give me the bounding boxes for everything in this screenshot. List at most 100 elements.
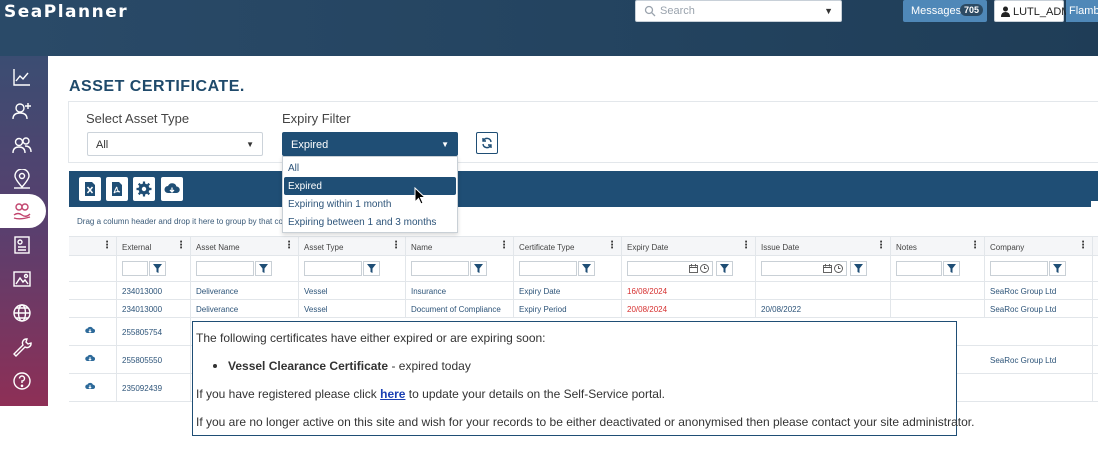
filter-input-certificate-type[interactable] bbox=[519, 261, 577, 276]
clock-icon[interactable] bbox=[700, 264, 709, 273]
app-logo[interactable]: SeaPlanner bbox=[4, 2, 128, 22]
cloud-download-icon[interactable] bbox=[85, 325, 95, 335]
notification-intro: The following certificates have either e… bbox=[196, 331, 546, 345]
cell-asset-name: Deliverance bbox=[196, 305, 239, 314]
export-excel-button[interactable] bbox=[79, 177, 101, 201]
grid-settings-button[interactable] bbox=[133, 177, 155, 201]
sidebar-item-tools[interactable] bbox=[0, 330, 48, 364]
column-menu-icon[interactable]: ⋮ bbox=[499, 241, 509, 251]
filter-button-name[interactable] bbox=[470, 261, 487, 276]
filter-button-certificate-type[interactable] bbox=[578, 261, 595, 276]
grid-header-row: ⋮ External ⋮ Asset Name ⋮ Asset Type ⋮ Name… bbox=[69, 236, 1098, 257]
sidebar-item-help[interactable] bbox=[0, 364, 48, 398]
toolbar-corner bbox=[1091, 201, 1098, 207]
filter-input-asset-type[interactable] bbox=[304, 261, 362, 276]
cloud-download-icon[interactable] bbox=[85, 381, 95, 391]
expiry-filter-value: Expired bbox=[291, 139, 329, 151]
filter-button-notes[interactable] bbox=[943, 261, 960, 276]
column-menu-icon[interactable]: ⋮ bbox=[284, 241, 294, 251]
filter-icon bbox=[720, 264, 729, 273]
column-header-external[interactable]: External ⋮ bbox=[117, 237, 191, 257]
filter-cell-name bbox=[406, 256, 514, 282]
wrench-icon bbox=[13, 338, 32, 357]
sidebar-item-certificates[interactable] bbox=[0, 194, 46, 228]
filter-input-asset-name[interactable] bbox=[196, 261, 254, 276]
column-menu-icon[interactable]: ⋮ bbox=[102, 241, 112, 251]
filter-button-asset-name[interactable] bbox=[255, 261, 272, 276]
column-menu-icon[interactable]: ⋮ bbox=[876, 241, 886, 251]
column-header-issue-date[interactable]: Issue Date ⋮ bbox=[756, 237, 891, 257]
user-menu-button[interactable]: LUTL_ADM bbox=[994, 0, 1070, 22]
sidebar-item-global[interactable] bbox=[0, 296, 48, 330]
filter-button-external[interactable] bbox=[149, 261, 166, 276]
grid-filter-row bbox=[69, 256, 1098, 282]
filter-input-company[interactable] bbox=[990, 261, 1048, 276]
refresh-button[interactable] bbox=[476, 132, 498, 154]
dropdown-option-all[interactable]: All bbox=[284, 159, 456, 177]
filter-icon bbox=[474, 264, 483, 273]
cloud-download-icon[interactable] bbox=[85, 353, 95, 363]
column-menu-icon[interactable]: ⋮ bbox=[741, 241, 751, 251]
column-menu-icon[interactable]: ⋮ bbox=[176, 241, 186, 251]
column-menu-icon[interactable]: ⋮ bbox=[1078, 241, 1088, 251]
column-menu-icon[interactable]: ⋮ bbox=[391, 241, 401, 251]
column-header-asset-type[interactable]: Asset Type ⋮ bbox=[299, 237, 406, 257]
export-pdf-button[interactable] bbox=[106, 177, 128, 201]
expiry-filter-select[interactable]: Expired ▼ bbox=[282, 132, 458, 156]
filter-button-company[interactable] bbox=[1049, 261, 1066, 276]
cell-asset-type: Vessel bbox=[304, 305, 328, 314]
clock-icon[interactable] bbox=[834, 264, 843, 273]
column-header-name[interactable]: Name ⋮ bbox=[406, 237, 514, 257]
filter-input-external[interactable] bbox=[122, 261, 148, 276]
dropdown-option-expiring-1-month[interactable]: Expiring within 1 month bbox=[284, 195, 456, 213]
column-menu-icon[interactable]: ⋮ bbox=[607, 241, 617, 251]
filter-input-name[interactable] bbox=[411, 261, 469, 276]
sidebar-item-locations[interactable] bbox=[0, 162, 48, 196]
sidebar-item-dashboard[interactable] bbox=[0, 60, 48, 94]
filter-icon bbox=[259, 264, 268, 273]
cell-asset-type: Vessel bbox=[304, 287, 328, 296]
messages-button[interactable]: Messages 705 bbox=[903, 0, 987, 22]
column-header-certificate-type[interactable]: Certificate Type ⋮ bbox=[514, 237, 622, 257]
sidebar-item-users[interactable] bbox=[0, 128, 48, 162]
cell-external: 255805550 bbox=[122, 356, 163, 365]
calendar-icon[interactable] bbox=[823, 264, 832, 273]
asset-type-select[interactable]: All ▼ bbox=[87, 132, 263, 156]
asset-type-value: All bbox=[96, 139, 109, 151]
table-row[interactable]: 234013000 Deliverance Vessel Document of… bbox=[69, 300, 1098, 318]
column-header-asset-name[interactable]: Asset Name ⋮ bbox=[191, 237, 299, 257]
table-row[interactable]: 234013000 Deliverance Vessel Insurance E… bbox=[69, 282, 1098, 300]
notification-item-status: - expired today bbox=[388, 359, 471, 373]
column-menu-icon[interactable]: ⋮ bbox=[970, 241, 980, 251]
filter-input-issue-date[interactable] bbox=[761, 261, 847, 276]
sidebar-item-id-cards[interactable] bbox=[0, 228, 48, 262]
notification-registered-text: If you have registered please click here… bbox=[196, 387, 665, 401]
column-header-actions[interactable]: ⋮ bbox=[69, 237, 117, 257]
global-search[interactable]: Search ▼ bbox=[635, 0, 842, 22]
cell-company: SeaRoc Group Ltd bbox=[990, 305, 1057, 314]
globe-icon bbox=[13, 304, 31, 322]
filter-input-expiry-date[interactable] bbox=[627, 261, 713, 276]
asset-type-label: Select Asset Type bbox=[86, 111, 190, 126]
chart-line-icon bbox=[13, 69, 30, 86]
organisation-button[interactable]: Flamborough bbox=[1066, 0, 1098, 22]
download-button[interactable] bbox=[161, 177, 183, 201]
filter-input-notes[interactable] bbox=[896, 261, 942, 276]
cell-certificate-type: Expiry Date bbox=[519, 287, 561, 296]
filter-button-issue-date[interactable] bbox=[850, 261, 867, 276]
calendar-icon[interactable] bbox=[689, 264, 698, 273]
column-header-company[interactable]: Company ⋮ bbox=[985, 237, 1093, 257]
filter-button-expiry-date[interactable] bbox=[716, 261, 733, 276]
app-window: SeaPlanner Search ▼ Messages 705 LUTL_AD… bbox=[0, 0, 1098, 450]
column-header-expiry-date[interactable]: Expiry Date ⋮ bbox=[622, 237, 756, 257]
dropdown-option-expired[interactable]: Expired bbox=[284, 177, 456, 195]
expiry-filter-dropdown: All Expired Expiring within 1 month Expi… bbox=[282, 156, 458, 233]
sidebar-item-add-user[interactable] bbox=[0, 94, 48, 128]
column-header-notes[interactable]: Notes ⋮ bbox=[891, 237, 985, 257]
self-service-link[interactable]: here bbox=[380, 387, 405, 401]
filter-button-asset-type[interactable] bbox=[363, 261, 380, 276]
sidebar-item-gallery[interactable] bbox=[0, 262, 48, 296]
cell-name: Insurance bbox=[411, 287, 447, 296]
pdf-export-icon bbox=[112, 182, 122, 196]
dropdown-option-expiring-1-3-months[interactable]: Expiring between 1 and 3 months bbox=[284, 213, 456, 231]
